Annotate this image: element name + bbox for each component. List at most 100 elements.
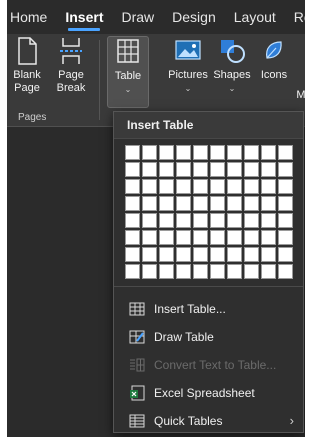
- excel-spreadsheet-menu-item[interactable]: Excel Spreadsheet: [114, 379, 303, 407]
- grid-cell[interactable]: [244, 230, 259, 245]
- grid-cell[interactable]: [193, 145, 208, 160]
- grid-cell[interactable]: [210, 230, 225, 245]
- grid-cell[interactable]: [142, 230, 157, 245]
- grid-cell[interactable]: [125, 213, 140, 228]
- grid-cell[interactable]: [176, 179, 191, 194]
- grid-cell[interactable]: [176, 145, 191, 160]
- icons-button[interactable]: Icons: [257, 36, 291, 82]
- grid-cell[interactable]: [176, 264, 191, 279]
- grid-cell[interactable]: [210, 264, 225, 279]
- grid-cell[interactable]: [244, 179, 259, 194]
- grid-cell[interactable]: [210, 247, 225, 262]
- blank-page-button[interactable]: Blank Page: [9, 36, 45, 95]
- grid-cell[interactable]: [278, 264, 293, 279]
- tab-home[interactable]: Home: [7, 0, 56, 34]
- grid-cell[interactable]: [278, 196, 293, 211]
- pictures-button[interactable]: Pictures ⌄: [166, 36, 210, 95]
- grid-cell[interactable]: [261, 247, 276, 262]
- tab-draw[interactable]: Draw: [112, 0, 163, 34]
- grid-cell[interactable]: [227, 264, 242, 279]
- grid-cell[interactable]: [244, 247, 259, 262]
- grid-cell[interactable]: [142, 162, 157, 177]
- tab-insert[interactable]: Insert: [56, 0, 112, 34]
- grid-cell[interactable]: [227, 247, 242, 262]
- grid-cell[interactable]: [125, 179, 140, 194]
- grid-cell[interactable]: [261, 213, 276, 228]
- grid-cell[interactable]: [142, 247, 157, 262]
- grid-cell[interactable]: [125, 162, 140, 177]
- grid-cell[interactable]: [142, 213, 157, 228]
- grid-cell[interactable]: [159, 162, 174, 177]
- grid-cell[interactable]: [176, 213, 191, 228]
- grid-cell[interactable]: [210, 179, 225, 194]
- grid-cell[interactable]: [227, 213, 242, 228]
- grid-cell[interactable]: [193, 247, 208, 262]
- grid-cell[interactable]: [261, 162, 276, 177]
- grid-cell[interactable]: [210, 145, 225, 160]
- grid-cell[interactable]: [278, 179, 293, 194]
- grid-cell[interactable]: [159, 145, 174, 160]
- grid-cell[interactable]: [227, 230, 242, 245]
- grid-cell[interactable]: [261, 196, 276, 211]
- grid-cell[interactable]: [142, 145, 157, 160]
- grid-cell[interactable]: [125, 230, 140, 245]
- page-break-label-2: Break: [56, 82, 86, 94]
- grid-cell[interactable]: [278, 247, 293, 262]
- grid-cell[interactable]: [176, 162, 191, 177]
- grid-cell[interactable]: [159, 230, 174, 245]
- grid-cell[interactable]: [159, 179, 174, 194]
- grid-cell[interactable]: [244, 162, 259, 177]
- insert-table-menu-item[interactable]: Insert Table...: [114, 295, 303, 323]
- grid-cell[interactable]: [244, 264, 259, 279]
- grid-cell[interactable]: [278, 162, 293, 177]
- grid-cell[interactable]: [261, 230, 276, 245]
- page-break-button[interactable]: Page Break: [51, 36, 91, 95]
- grid-cell[interactable]: [159, 213, 174, 228]
- tab-design[interactable]: Design: [163, 0, 225, 34]
- grid-cell[interactable]: [125, 145, 140, 160]
- grid-cell[interactable]: [227, 162, 242, 177]
- shapes-button[interactable]: Shapes ⌄: [211, 36, 253, 95]
- grid-cell[interactable]: [261, 145, 276, 160]
- grid-cell[interactable]: [193, 213, 208, 228]
- quick-tables-menu-item[interactable]: Quick Tables ›: [114, 407, 303, 435]
- table-button[interactable]: Table ⌄: [107, 36, 149, 108]
- grid-cell[interactable]: [227, 196, 242, 211]
- grid-cell[interactable]: [278, 145, 293, 160]
- grid-cell[interactable]: [125, 264, 140, 279]
- grid-cell[interactable]: [176, 247, 191, 262]
- grid-cell[interactable]: [159, 247, 174, 262]
- grid-cell[interactable]: [159, 264, 174, 279]
- grid-cell[interactable]: [142, 179, 157, 194]
- grid-cell[interactable]: [193, 264, 208, 279]
- grid-cell[interactable]: [227, 179, 242, 194]
- grid-cell[interactable]: [125, 196, 140, 211]
- tab-references[interactable]: Ref: [285, 0, 305, 34]
- grid-cell[interactable]: [193, 230, 208, 245]
- dropdown-title: Insert Table: [114, 112, 303, 139]
- grid-cell[interactable]: [176, 196, 191, 211]
- grid-cell[interactable]: [244, 145, 259, 160]
- grid-cell[interactable]: [261, 179, 276, 194]
- grid-cell[interactable]: [210, 162, 225, 177]
- grid-cell[interactable]: [125, 247, 140, 262]
- grid-cell[interactable]: [278, 230, 293, 245]
- grid-cell[interactable]: [142, 196, 157, 211]
- chevron-down-icon: ⌄: [228, 84, 236, 93]
- grid-cell[interactable]: [193, 162, 208, 177]
- grid-cell[interactable]: [193, 179, 208, 194]
- grid-cell[interactable]: [244, 196, 259, 211]
- grid-cell[interactable]: [159, 196, 174, 211]
- draw-table-menu-item[interactable]: Draw Table: [114, 323, 303, 351]
- tab-layout[interactable]: Layout: [225, 0, 285, 34]
- grid-cell[interactable]: [193, 196, 208, 211]
- grid-cell[interactable]: [210, 213, 225, 228]
- grid-cell[interactable]: [244, 213, 259, 228]
- grid-cell[interactable]: [278, 213, 293, 228]
- grid-cell[interactable]: [142, 264, 157, 279]
- grid-cell[interactable]: [227, 145, 242, 160]
- grid-cell[interactable]: [261, 264, 276, 279]
- table-size-grid[interactable]: [125, 145, 293, 279]
- grid-cell[interactable]: [210, 196, 225, 211]
- grid-cell[interactable]: [176, 230, 191, 245]
